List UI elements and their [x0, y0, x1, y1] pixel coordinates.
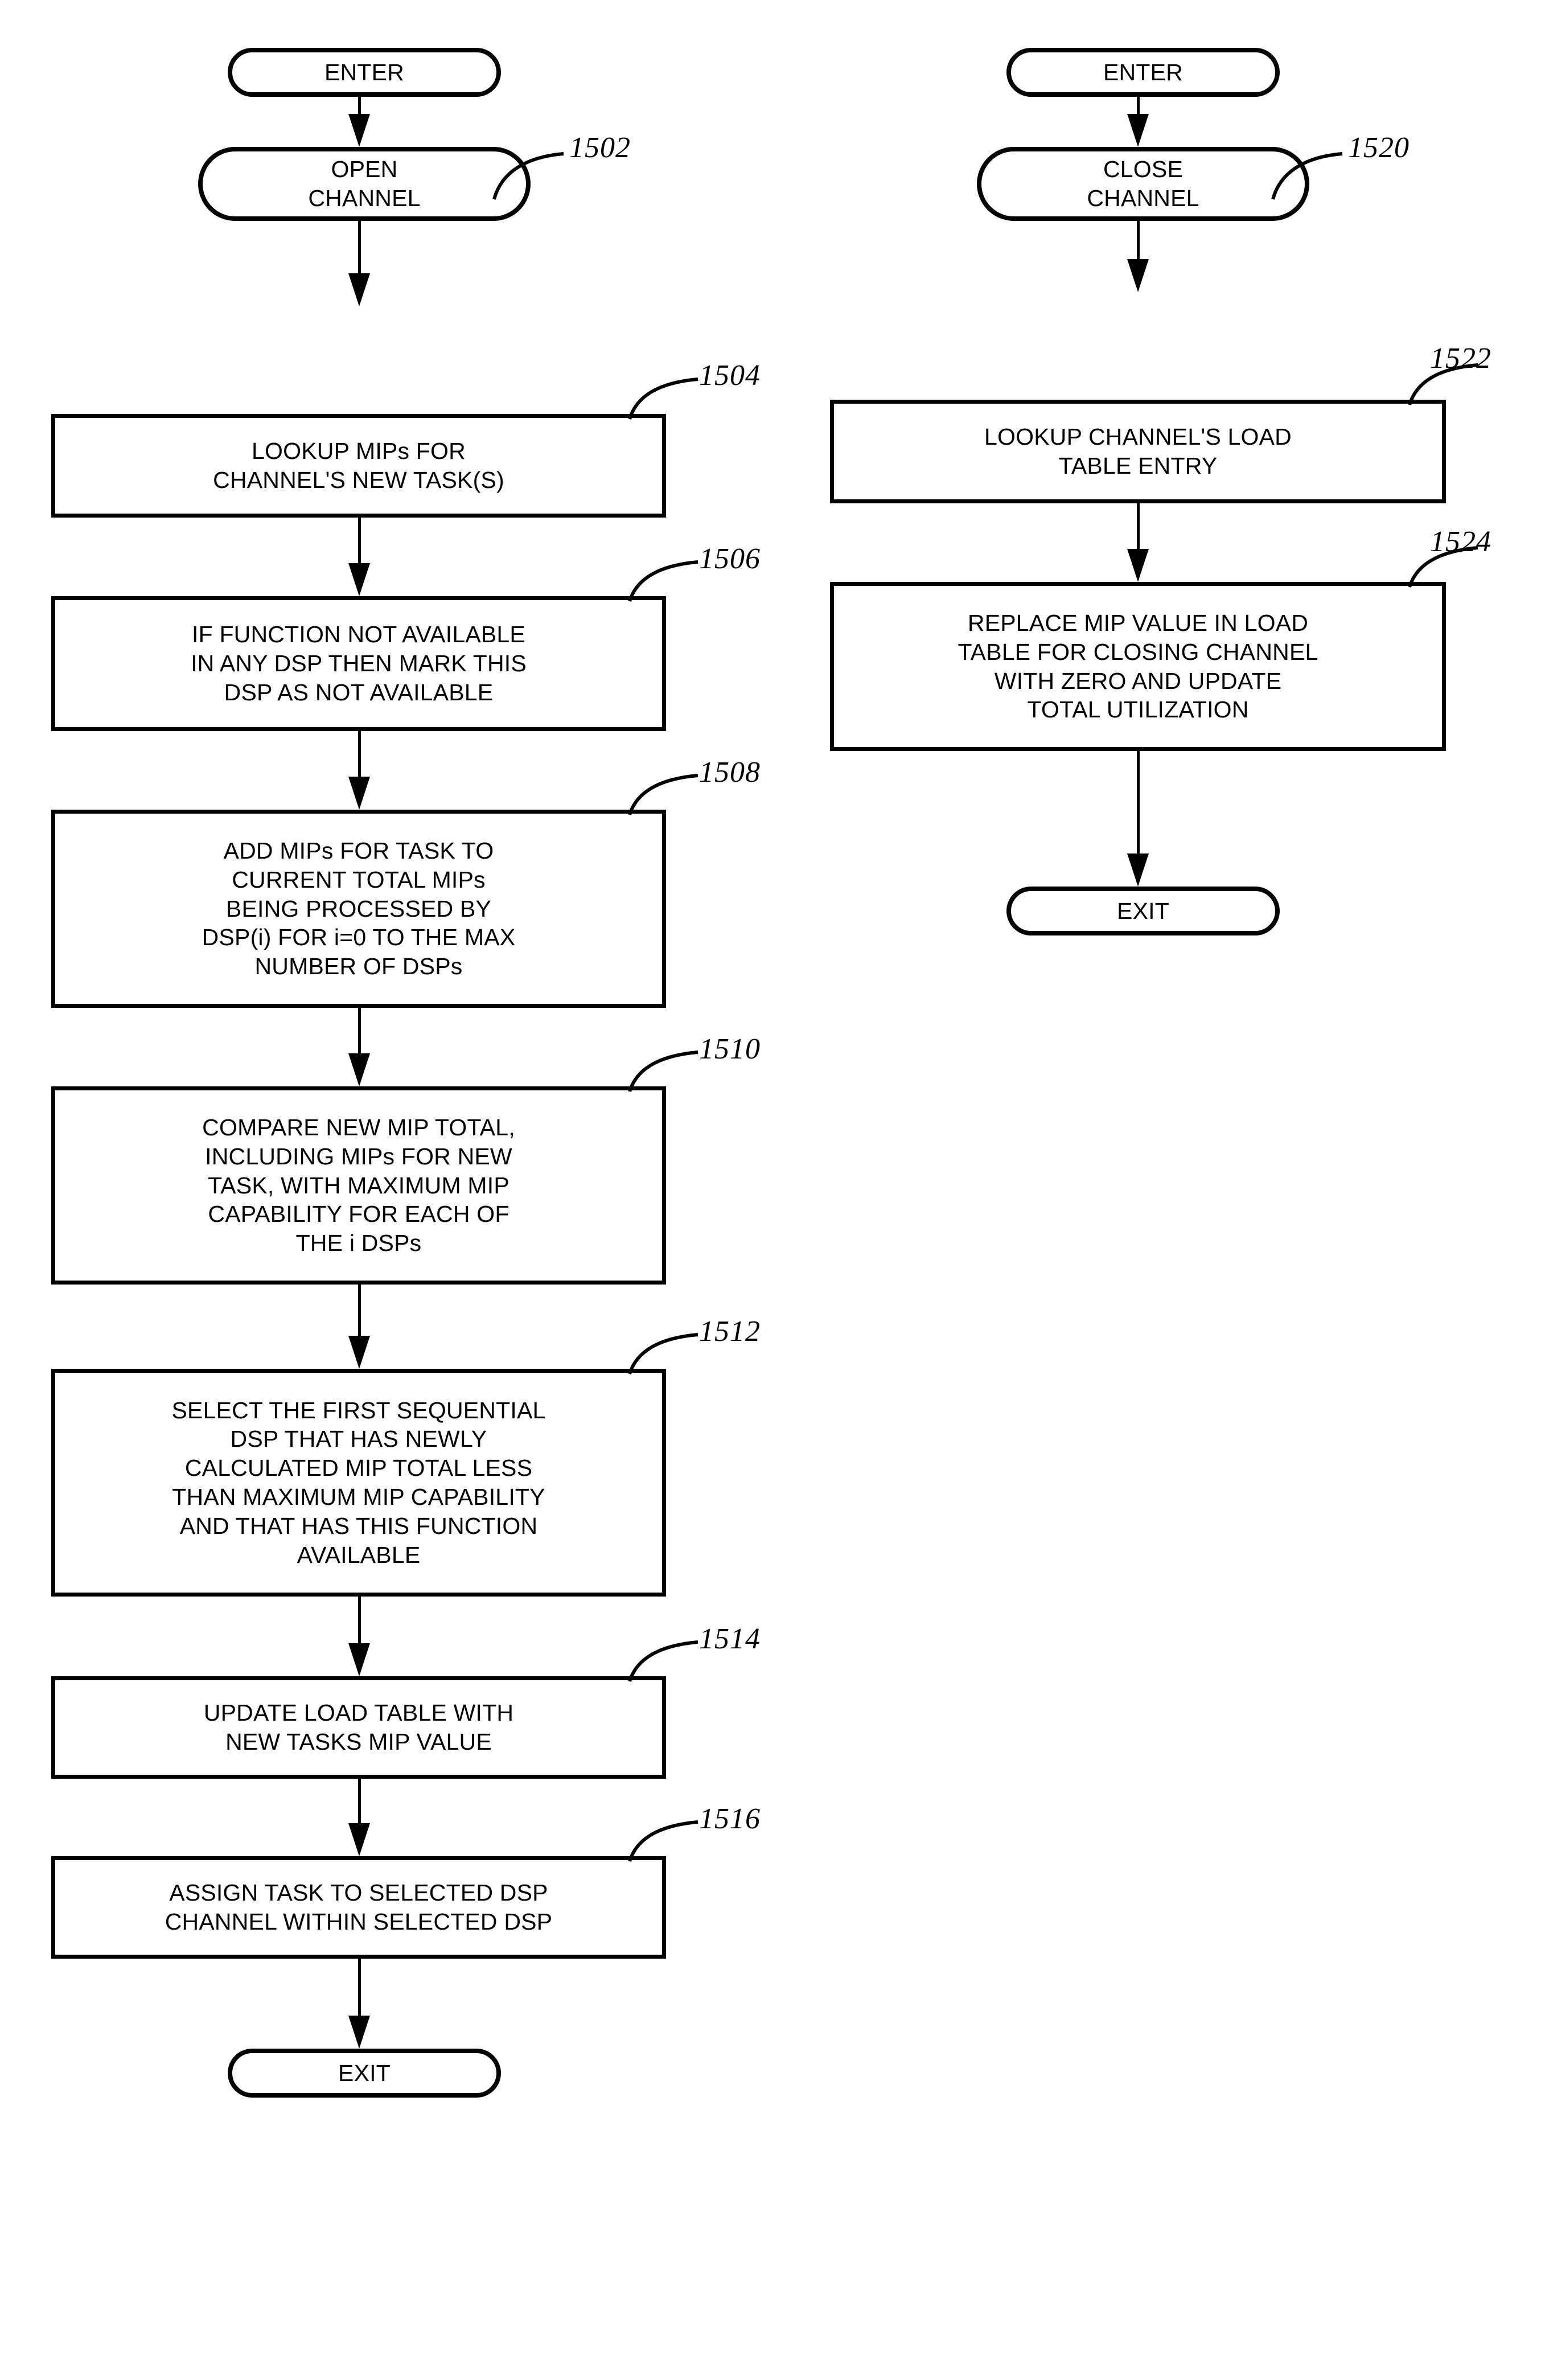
terminator-exit-left: EXIT — [228, 2049, 501, 2098]
process-box-1522-label: LOOKUP CHANNEL'S LOAD TABLE ENTRY — [984, 424, 1292, 479]
process-box-1516-label: ASSIGN TASK TO SELECTED DSP CHANNEL WITH… — [165, 1880, 553, 1935]
arrow-1512-to-1514 — [348, 1597, 371, 1676]
process-box-1516: ASSIGN TASK TO SELECTED DSP CHANNEL WITH… — [51, 1856, 666, 1959]
terminator-enter-left: ENTER — [228, 48, 501, 97]
ref-numeral-1510: 1510 — [699, 1033, 761, 1065]
terminator-open-channel: OPEN CHANNEL — [198, 147, 531, 221]
process-box-1508-label: ADD MIPs FOR TASK TO CURRENT TOTAL MIPs … — [202, 837, 516, 980]
terminator-close-channel-label: CLOSE CHANNEL — [1087, 156, 1199, 211]
arrow-enter-to-open-channel — [348, 97, 371, 147]
arrow-1508-to-1510 — [348, 1008, 371, 1086]
process-box-1524: REPLACE MIP VALUE IN LOAD TABLE FOR CLOS… — [830, 582, 1446, 751]
arrow-1506-to-1508 — [348, 731, 371, 810]
terminator-enter-left-label: ENTER — [324, 59, 404, 85]
leader-line-1502 — [492, 152, 564, 200]
ref-numeral-1508: 1508 — [699, 756, 761, 789]
process-box-1504: LOOKUP MIPs FOR CHANNEL'S NEW TASK(S) — [51, 414, 666, 518]
ref-numeral-1524: 1524 — [1430, 526, 1491, 558]
ref-numeral-1514: 1514 — [699, 1623, 761, 1655]
process-box-1514-label: UPDATE LOAD TABLE WITH NEW TASKS MIP VAL… — [203, 1700, 514, 1755]
process-box-1522: LOOKUP CHANNEL'S LOAD TABLE ENTRY — [830, 400, 1446, 503]
arrow-close-channel-to-1522 — [1127, 221, 1149, 292]
ref-numeral-1516: 1516 — [699, 1803, 761, 1835]
arrow-1522-to-1524 — [1127, 503, 1149, 582]
ref-numeral-1520: 1520 — [1348, 132, 1410, 164]
process-box-1514: UPDATE LOAD TABLE WITH NEW TASKS MIP VAL… — [51, 1676, 666, 1779]
terminator-enter-right-label: ENTER — [1103, 59, 1183, 85]
arrow-open-channel-to-1504 — [348, 221, 371, 306]
process-box-1510-label: COMPARE NEW MIP TOTAL, INCLUDING MIPs FO… — [202, 1114, 515, 1257]
arrow-1510-to-1512 — [348, 1285, 371, 1369]
terminator-enter-right: ENTER — [1006, 48, 1280, 97]
arrow-enter-to-close-channel — [1127, 97, 1149, 147]
process-box-1512: SELECT THE FIRST SEQUENTIAL DSP THAT HAS… — [51, 1369, 666, 1597]
arrow-1516-to-exit-left — [348, 1959, 371, 2049]
terminator-exit-right: EXIT — [1006, 887, 1280, 935]
process-box-1504-label: LOOKUP MIPs FOR CHANNEL'S NEW TASK(S) — [213, 438, 504, 493]
process-box-1510: COMPARE NEW MIP TOTAL, INCLUDING MIPs FO… — [51, 1086, 666, 1285]
arrow-1514-to-1516 — [348, 1779, 371, 1856]
ref-numeral-1502: 1502 — [569, 132, 631, 164]
ref-numeral-1504: 1504 — [699, 359, 761, 392]
process-box-1524-label: REPLACE MIP VALUE IN LOAD TABLE FOR CLOS… — [958, 609, 1318, 723]
process-box-1506-label: IF FUNCTION NOT AVAILABLE IN ANY DSP THE… — [191, 621, 527, 705]
leader-line-1520 — [1271, 152, 1343, 200]
process-box-1512-label: SELECT THE FIRST SEQUENTIAL DSP THAT HAS… — [171, 1397, 546, 1568]
ref-numeral-1512: 1512 — [699, 1315, 761, 1348]
terminator-exit-left-label: EXIT — [338, 2059, 391, 2086]
ref-numeral-1506: 1506 — [699, 543, 761, 575]
terminator-open-channel-label: OPEN CHANNEL — [308, 156, 421, 211]
terminator-close-channel: CLOSE CHANNEL — [977, 147, 1309, 221]
process-box-1506: IF FUNCTION NOT AVAILABLE IN ANY DSP THE… — [51, 596, 666, 731]
ref-numeral-1522: 1522 — [1430, 342, 1491, 375]
terminator-exit-right-label: EXIT — [1117, 897, 1169, 924]
process-box-1508: ADD MIPs FOR TASK TO CURRENT TOTAL MIPs … — [51, 810, 666, 1008]
arrow-1524-to-exit-right — [1127, 751, 1149, 887]
arrow-1504-to-1506 — [348, 518, 371, 596]
